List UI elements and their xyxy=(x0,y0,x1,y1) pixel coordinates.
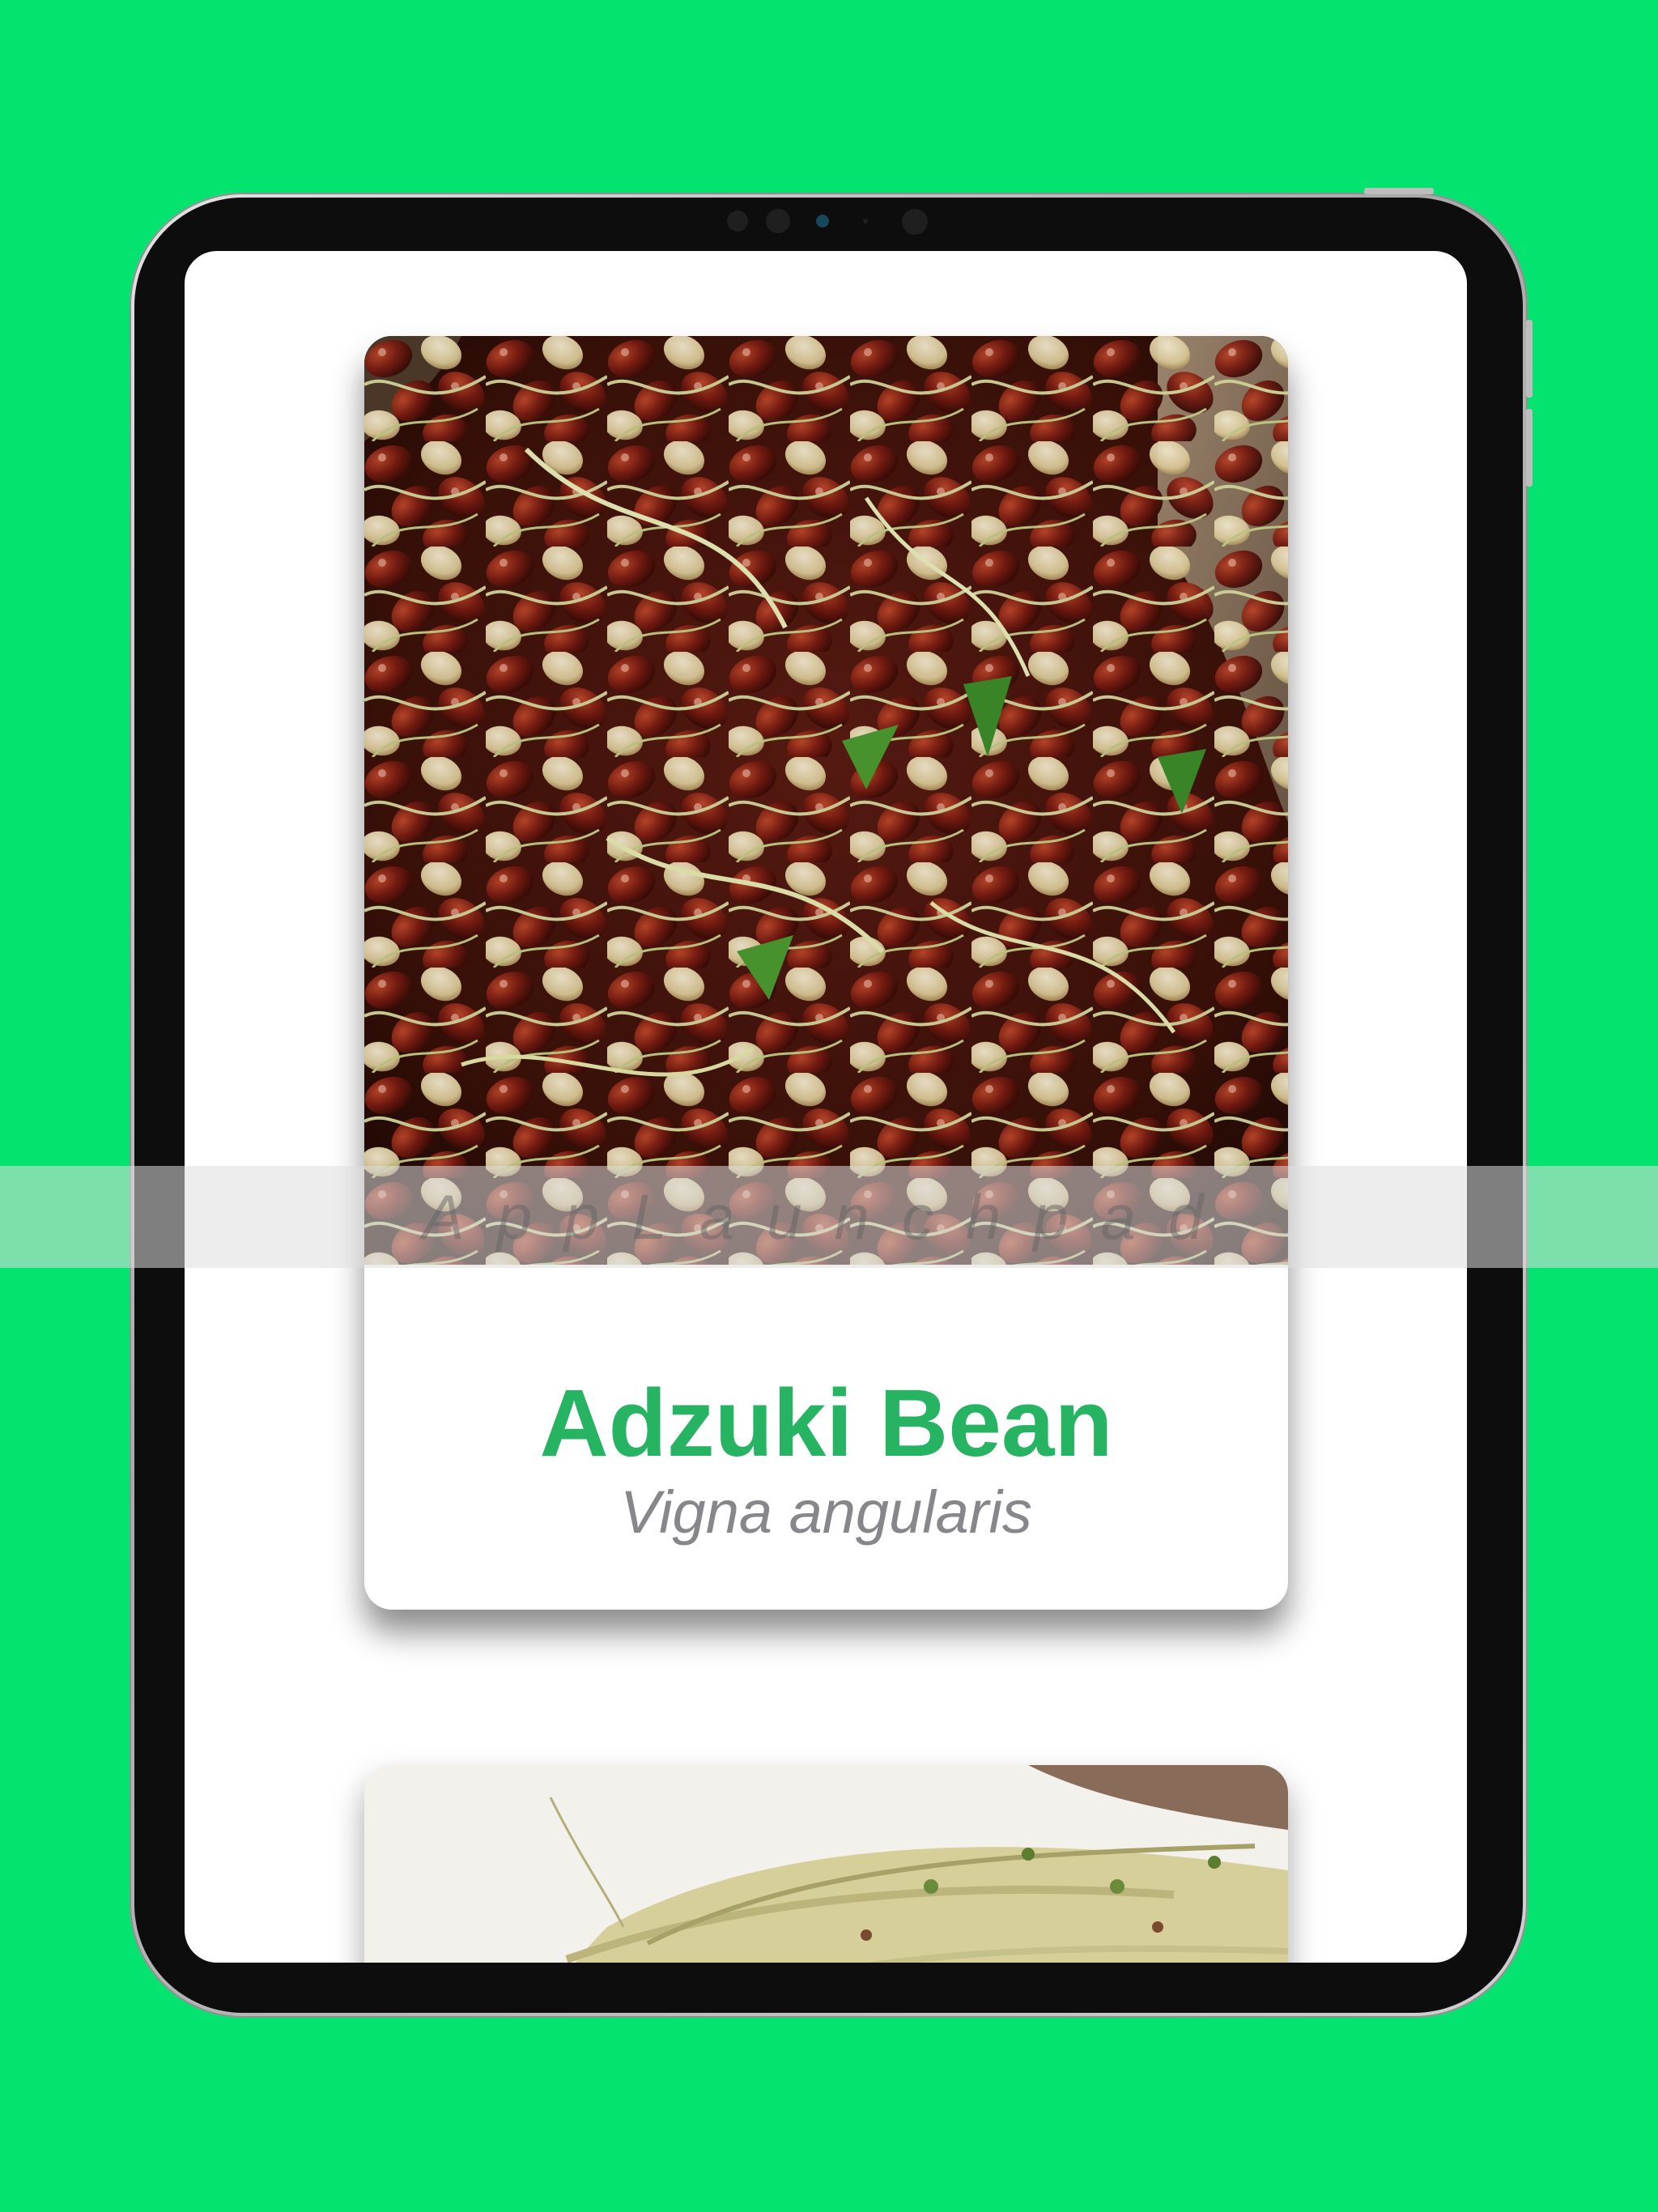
top-button xyxy=(1364,188,1434,194)
sprout-card-adzuki[interactable]: Adzuki Bean Vigna angularis xyxy=(364,336,1288,1610)
watermark-banner: AppLaunchpad xyxy=(0,1166,1658,1268)
front-camera-icon xyxy=(816,215,829,228)
camera-sensor-icon xyxy=(766,209,790,233)
sprout-card-next[interactable] xyxy=(364,1765,1288,1963)
volume-up-button xyxy=(1526,320,1533,398)
volume-down-button xyxy=(1526,409,1533,487)
alfalfa-sprouts-photo xyxy=(364,1765,1288,1963)
adzuki-bean-sprouts-photo xyxy=(364,336,1288,1265)
app-screen[interactable]: Adzuki Bean Vigna angularis xyxy=(185,251,1467,1963)
sprout-name: Adzuki Bean xyxy=(539,1370,1113,1477)
watermark-text: AppLaunchpad xyxy=(422,1181,1236,1253)
camera-sensor-icon xyxy=(902,209,928,235)
camera-sensor-icon xyxy=(727,211,748,232)
sprout-scientific-name: Vigna angularis xyxy=(620,1478,1032,1546)
ambient-light-sensor-icon xyxy=(863,219,868,223)
